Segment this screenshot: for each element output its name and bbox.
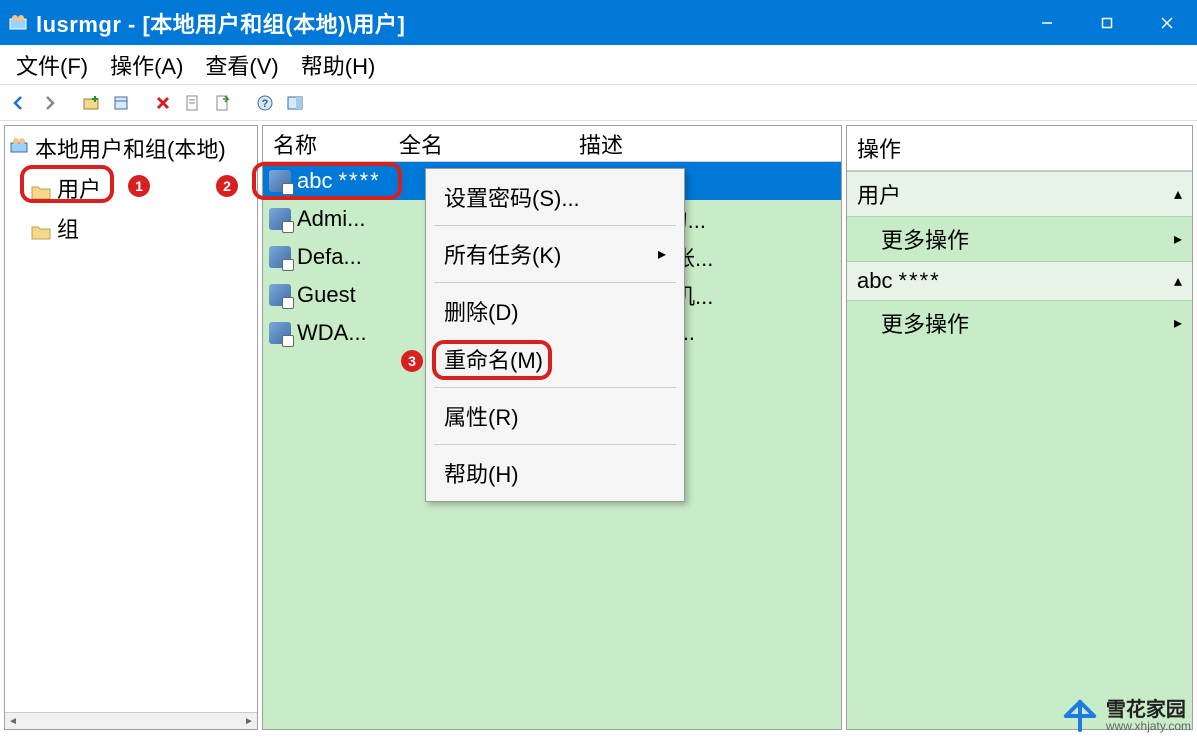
menu-help[interactable]: 帮助(H) bbox=[426, 449, 684, 497]
window-controls bbox=[1017, 0, 1197, 45]
watermark-url: www.xhjaty.com bbox=[1106, 720, 1191, 732]
column-desc[interactable]: 描述 bbox=[579, 128, 841, 160]
action-pane-toggle-icon[interactable] bbox=[282, 90, 308, 116]
cell-name: Guest bbox=[297, 282, 427, 308]
watermark: 雪花家园 www.xhjaty.com bbox=[1062, 698, 1191, 734]
cell-name: Admi... bbox=[297, 206, 427, 232]
chevron-right-icon: ▸ bbox=[1174, 313, 1182, 333]
toolbar: ? bbox=[0, 85, 1197, 121]
menu-view[interactable]: 查看(V) bbox=[203, 45, 280, 85]
menu-all-tasks[interactable]: 所有任务(K)▸ bbox=[426, 230, 684, 278]
cell-name: WDA... bbox=[297, 320, 427, 346]
collapse-icon: ▴ bbox=[1174, 184, 1182, 204]
user-icon bbox=[269, 246, 291, 268]
users-groups-icon bbox=[9, 135, 29, 161]
tree-groups-label: 组 bbox=[57, 212, 79, 244]
app-icon bbox=[8, 13, 28, 33]
menu-separator bbox=[434, 225, 676, 226]
menu-delete[interactable]: 删除(D) bbox=[426, 287, 684, 335]
collapse-icon: ▴ bbox=[1174, 271, 1182, 291]
minimize-button[interactable] bbox=[1017, 0, 1077, 45]
help-icon[interactable]: ? bbox=[252, 90, 278, 116]
faint-watermark bbox=[1067, 619, 1137, 649]
callout-2 bbox=[252, 162, 402, 200]
new-folder-icon[interactable] bbox=[78, 90, 104, 116]
column-headers: 名称 全名 描述 bbox=[263, 126, 841, 162]
horizontal-scrollbar[interactable]: ◄ ► bbox=[5, 712, 257, 729]
callout-1 bbox=[20, 165, 114, 203]
action-pane-header: 操作 bbox=[847, 126, 1192, 171]
user-icon bbox=[269, 208, 291, 230]
tree-pane: 本地用户和组(本地) 用户 组 ◄ ► bbox=[4, 125, 258, 730]
tree-item-groups[interactable]: 组 bbox=[31, 212, 253, 244]
tree-root-label: 本地用户和组(本地) bbox=[35, 132, 226, 164]
refresh-icon[interactable] bbox=[180, 90, 206, 116]
menu-action[interactable]: 操作(A) bbox=[108, 45, 185, 85]
badge-1: 1 bbox=[128, 175, 150, 197]
action-section-selected[interactable]: abc**** ▴ bbox=[847, 261, 1192, 301]
properties-icon[interactable] bbox=[108, 90, 134, 116]
action-section-label: abc**** bbox=[857, 268, 941, 294]
folder-icon bbox=[31, 220, 51, 236]
menu-separator bbox=[434, 444, 676, 445]
chevron-right-icon: ▸ bbox=[1174, 229, 1182, 249]
badge-3: 3 bbox=[401, 350, 423, 372]
badge-2: 2 bbox=[216, 175, 238, 197]
titlebar: lusrmgr - [本地用户和组(本地)\用户] bbox=[0, 0, 1197, 45]
svg-text:?: ? bbox=[262, 98, 269, 110]
menubar: 文件(F) 操作(A) 查看(V) 帮助(H) bbox=[0, 45, 1197, 85]
delete-icon[interactable] bbox=[150, 90, 176, 116]
tree-root[interactable]: 本地用户和组(本地) bbox=[9, 132, 253, 164]
cell-name: Defa... bbox=[297, 244, 427, 270]
action-more-selected[interactable]: 更多操作 ▸ bbox=[847, 301, 1192, 345]
close-button[interactable] bbox=[1137, 0, 1197, 45]
user-icon bbox=[269, 322, 291, 344]
callout-3 bbox=[432, 340, 552, 380]
action-more-label: 更多操作 bbox=[881, 307, 969, 339]
user-icon bbox=[269, 284, 291, 306]
scroll-right-icon[interactable]: ► bbox=[241, 716, 257, 727]
action-section-label: 用户 bbox=[857, 178, 901, 210]
maximize-button[interactable] bbox=[1077, 0, 1137, 45]
window-title: lusrmgr - [本地用户和组(本地)\用户] bbox=[36, 7, 1017, 39]
column-name[interactable]: 名称 bbox=[263, 128, 399, 160]
watermark-logo-icon bbox=[1062, 698, 1098, 734]
forward-button[interactable] bbox=[36, 90, 62, 116]
watermark-name: 雪花家园 bbox=[1106, 700, 1191, 720]
menu-properties[interactable]: 属性(R) bbox=[426, 392, 684, 440]
menu-set-password[interactable]: 设置密码(S)... bbox=[426, 173, 684, 221]
scroll-left-icon[interactable]: ◄ bbox=[5, 716, 21, 727]
context-menu: 设置密码(S)... 所有任务(K)▸ 删除(D) 重命名(M) 属性(R) 帮… bbox=[425, 168, 685, 502]
action-section-users[interactable]: 用户 ▴ bbox=[847, 171, 1192, 217]
chevron-right-icon: ▸ bbox=[658, 244, 666, 264]
action-more-users[interactable]: 更多操作 ▸ bbox=[847, 217, 1192, 261]
menu-separator bbox=[434, 282, 676, 283]
action-more-label: 更多操作 bbox=[881, 223, 969, 255]
column-fullname[interactable]: 全名 bbox=[399, 128, 579, 160]
export-icon[interactable] bbox=[210, 90, 236, 116]
action-pane: 操作 用户 ▴ 更多操作 ▸ abc**** ▴ 更多操作 ▸ bbox=[846, 125, 1193, 730]
menu-separator bbox=[434, 387, 676, 388]
menu-help[interactable]: 帮助(H) bbox=[299, 45, 378, 85]
back-button[interactable] bbox=[6, 90, 32, 116]
menu-file[interactable]: 文件(F) bbox=[14, 45, 90, 85]
